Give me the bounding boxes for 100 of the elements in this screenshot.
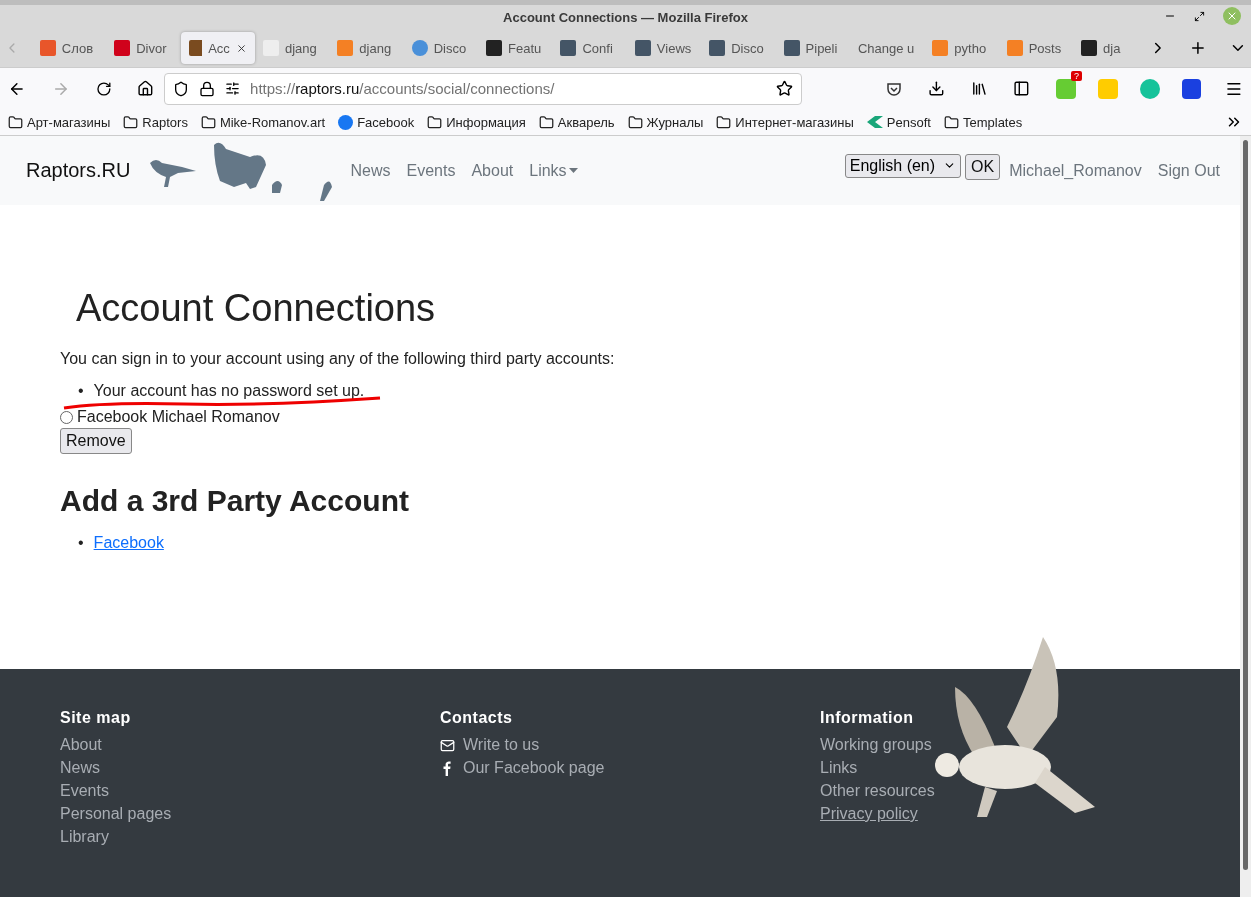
tab-favicon-icon: [486, 40, 503, 56]
permissions-icon[interactable]: [225, 81, 241, 96]
url-text: https://raptors.ru/accounts/social/connections/: [250, 80, 556, 97]
bookmark-item[interactable]: Mike-Romanov.art: [200, 114, 326, 130]
notice-text: Your account has no password set up.: [93, 382, 365, 399]
folder-icon: [943, 114, 959, 130]
browser-tab[interactable]: dja: [1073, 32, 1148, 64]
browser-tab[interactable]: Confi: [552, 32, 627, 64]
folder-icon: [627, 114, 643, 130]
bookmark-item[interactable]: Журналы: [627, 114, 704, 130]
nav-link[interactable]: Links: [529, 161, 578, 180]
folder-icon: [200, 114, 216, 130]
tab-favicon-icon: [411, 40, 428, 56]
tab-favicon-icon: [114, 40, 131, 56]
tab-favicon-icon: [39, 40, 56, 56]
nav-link[interactable]: About: [471, 161, 514, 180]
pocket-icon[interactable]: [885, 80, 902, 97]
folder-icon: [538, 114, 554, 130]
footer-link[interactable]: Working groups: [820, 736, 932, 754]
bookmark-item[interactable]: Pensoft: [866, 114, 931, 130]
browser-tab[interactable]: Disco: [403, 32, 479, 64]
bookmark-item[interactable]: Арт-магазины: [8, 114, 111, 130]
nav-link[interactable]: Events: [406, 161, 456, 180]
tab-favicon-icon: [932, 40, 949, 56]
reload-icon[interactable]: [95, 80, 112, 97]
footer-link[interactable]: About: [60, 736, 102, 754]
shield-icon[interactable]: [173, 80, 190, 97]
browser-tab[interactable]: Acc: [180, 32, 255, 64]
browser-tab[interactable]: Disco: [701, 32, 776, 64]
footer-link[interactable]: Other resources: [820, 782, 935, 800]
footer-heading: Contacts: [440, 709, 514, 727]
list-bullet: •: [78, 382, 84, 400]
address-bar[interactable]: https://raptors.ru/accounts/social/connections/: [164, 72, 802, 105]
intro-text: You can sign in to your account using any of the following third party accounts:: [60, 350, 616, 368]
footer-link[interactable]: Our Facebook page: [440, 759, 605, 777]
bookmark-item[interactable]: Raptors: [123, 114, 188, 130]
sidebar-icon[interactable]: [1013, 80, 1031, 97]
browser-tab[interactable]: djang: [329, 32, 404, 64]
footer-link[interactable]: Write to us: [440, 736, 540, 754]
window-title: Account Connections — Mozilla Firefox: [503, 9, 748, 25]
browser-tab[interactable]: Views: [626, 32, 702, 64]
tab-favicon-icon: [560, 40, 577, 56]
bookmark-item[interactable]: Информация: [427, 114, 526, 130]
tab-favicon-icon: [1006, 40, 1023, 56]
footer-link[interactable]: Library: [60, 828, 109, 846]
ok-button[interactable]: OK: [965, 153, 1001, 180]
tab-favicon-icon: [783, 40, 800, 56]
bookmark-item[interactable]: Интернет-магазины: [716, 114, 854, 130]
bookmark-item[interactable]: Templates: [943, 114, 1023, 130]
tab-favicon-icon: [634, 40, 651, 56]
folder-icon: [427, 114, 443, 130]
page-title: Account Connections: [76, 287, 437, 330]
tab-favicon-icon: [337, 40, 354, 56]
lock-icon[interactable]: [199, 80, 216, 97]
footer-link[interactable]: News: [60, 759, 100, 777]
tab-favicon-icon: [1081, 40, 1098, 56]
list-bullet: •: [78, 534, 84, 552]
scrollbar-thumb[interactable]: [1243, 140, 1248, 870]
footer-heading: Information: [820, 709, 915, 727]
footer-link[interactable]: Links: [820, 759, 858, 777]
browser-tab[interactable]: Pipeli: [775, 32, 850, 64]
library-icon[interactable]: [970, 80, 988, 97]
nav-link[interactable]: News: [350, 161, 391, 180]
remove-button[interactable]: Remove: [60, 428, 132, 454]
browser-tab[interactable]: Divor: [106, 32, 181, 64]
download-icon[interactable]: [927, 80, 945, 97]
browser-tab[interactable]: pytho: [924, 32, 999, 64]
folder-icon: [8, 114, 23, 130]
bookmark-star-icon[interactable]: [775, 80, 793, 97]
language-select[interactable]: English (en): [844, 153, 962, 178]
browser-tab[interactable]: Change u: [849, 32, 925, 64]
section-heading: Add a 3rd Party Account: [60, 484, 410, 518]
footer-link[interactable]: Personal pages: [60, 805, 172, 823]
account-label: Facebook Michael Romanov: [77, 408, 280, 426]
sign-out-link[interactable]: Sign Out: [1157, 161, 1220, 180]
tab-favicon-icon: [188, 40, 203, 56]
footer-heading: Site map: [60, 709, 132, 727]
footer-link[interactable]: Privacy policy: [820, 805, 918, 823]
close-icon: [1226, 10, 1238, 22]
footer-link[interactable]: Events: [60, 782, 109, 800]
bookmark-item[interactable]: Акварель: [538, 114, 615, 130]
account-radio[interactable]: [60, 410, 73, 424]
browser-tab[interactable]: djang: [254, 32, 330, 64]
folder-icon: [123, 114, 139, 130]
chevron-logo-icon: [866, 116, 883, 128]
provider-link[interactable]: Facebook: [93, 534, 164, 552]
browser-tab[interactable]: Слов: [31, 32, 107, 64]
folder-icon: [716, 114, 732, 130]
home-icon[interactable]: [137, 80, 155, 97]
extension-icon[interactable]: [1056, 78, 1077, 99]
caret-icon: [568, 168, 578, 173]
extension-badge: ?: [1071, 70, 1083, 81]
maximize-icon[interactable]: [1194, 10, 1205, 22]
bookmark-item[interactable]: Facebook: [338, 114, 415, 130]
browser-tab[interactable]: Posts: [998, 32, 1074, 64]
extension-icon[interactable]: [1181, 78, 1202, 99]
site-brand[interactable]: Raptors.RU: [26, 159, 131, 182]
username-link[interactable]: Michael_Romanov: [1009, 161, 1142, 180]
browser-tab[interactable]: Featu: [478, 32, 553, 64]
tab-favicon-icon: [709, 40, 726, 56]
